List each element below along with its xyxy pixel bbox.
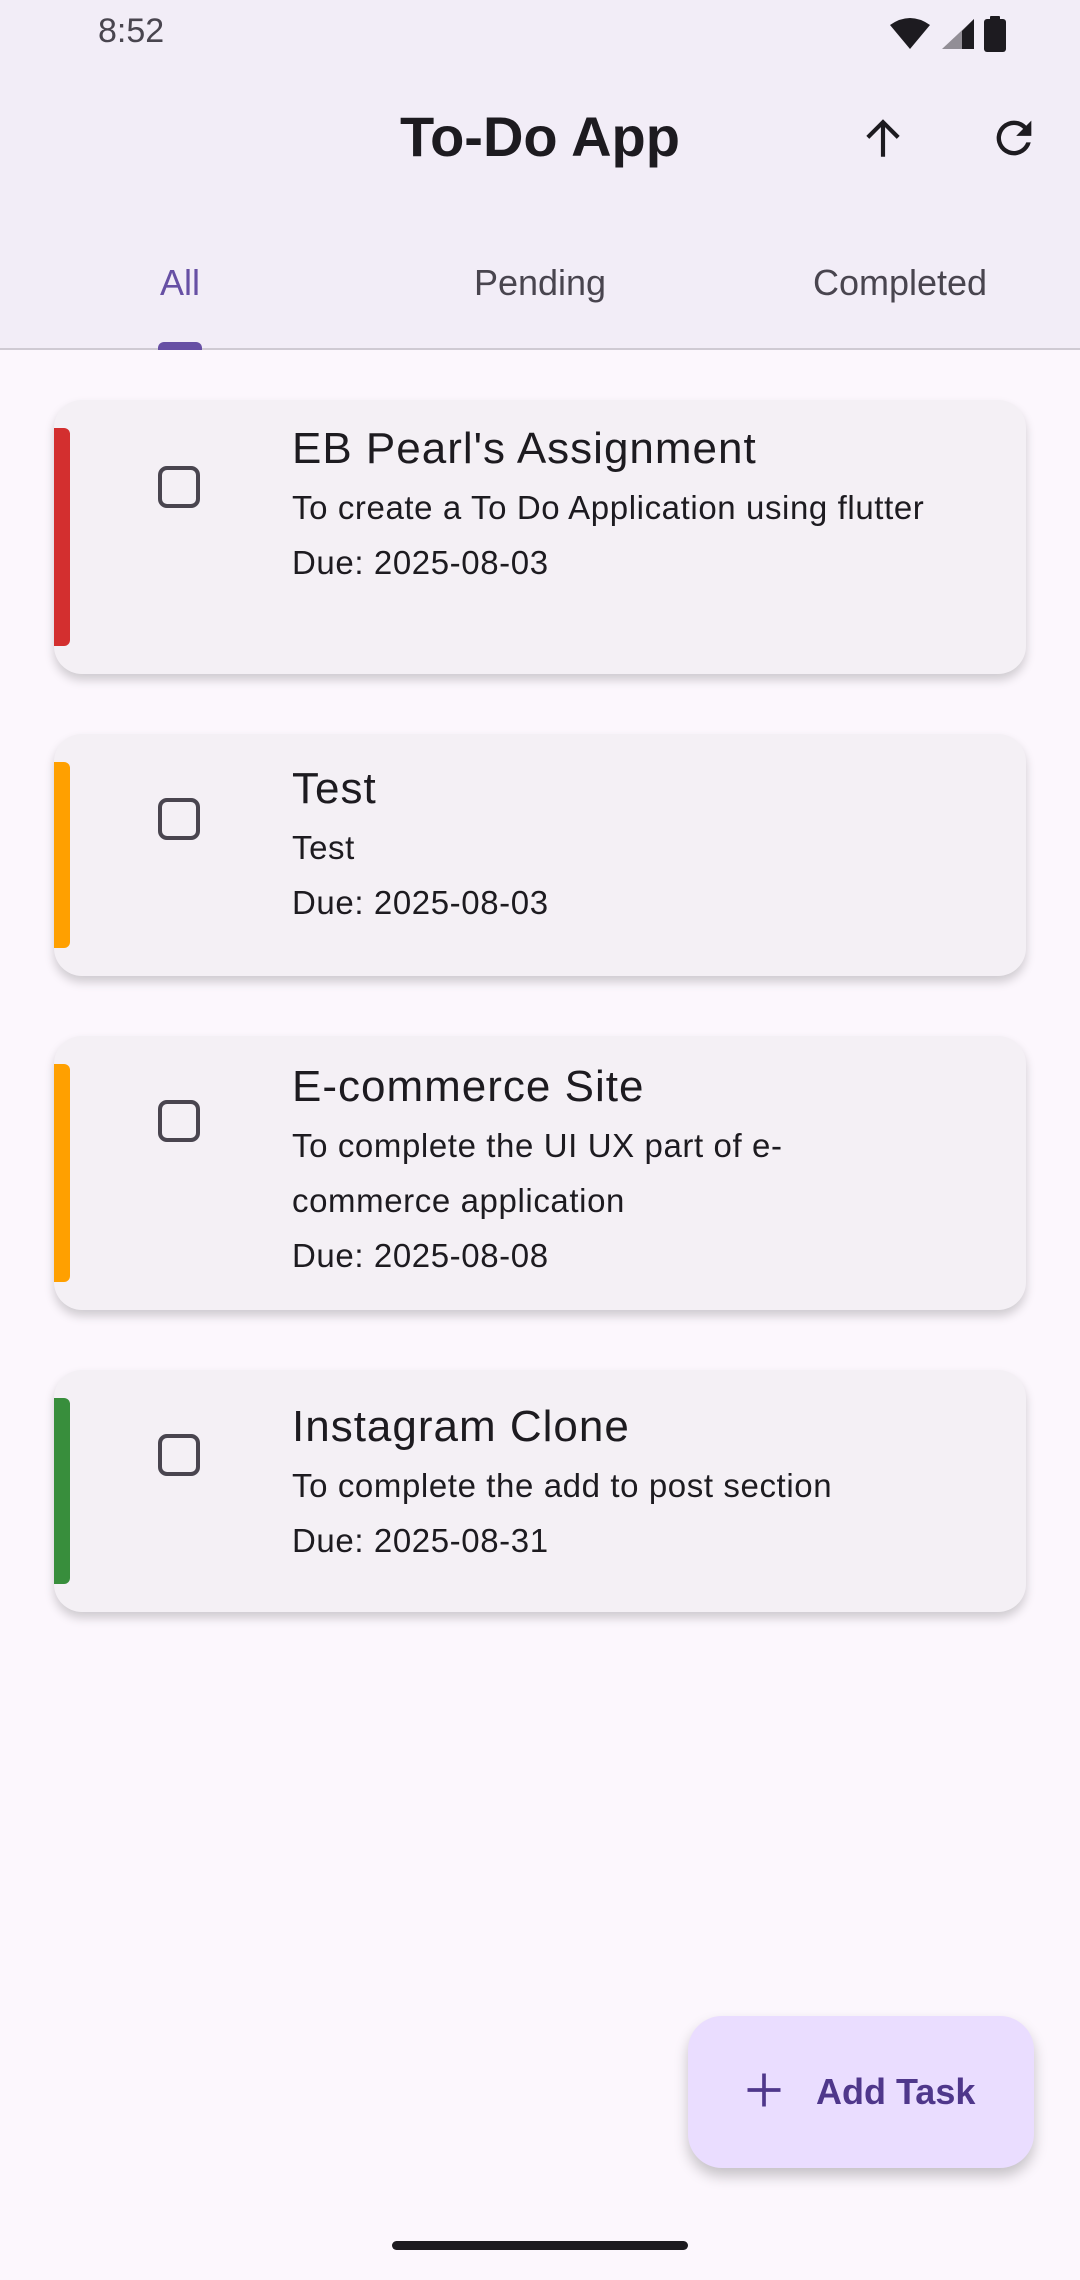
task-text: Test Test Due: 2025-08-03 (292, 764, 926, 930)
refresh-button[interactable] (986, 112, 1042, 168)
task-checkbox[interactable] (158, 1434, 200, 1476)
task-description: To complete the add to post section (292, 1467, 833, 1504)
task-text: Instagram Clone To complete the add to p… (292, 1402, 926, 1568)
task-card[interactable]: E-commerce Site To complete the UI UX pa… (54, 1036, 1026, 1310)
task-checkbox[interactable] (158, 1100, 200, 1142)
task-due-date: Due: 2025-08-03 (292, 544, 549, 581)
task-checkbox[interactable] (158, 798, 200, 840)
task-card[interactable]: EB Pearl's Assignment To create a To Do … (54, 400, 1026, 674)
tab-pending[interactable]: Pending (360, 250, 720, 350)
wifi-icon (890, 17, 930, 56)
task-description: To complete the UI UX part of e-commerce… (292, 1127, 783, 1219)
add-icon (742, 2068, 786, 2117)
task-text: EB Pearl's Assignment To create a To Do … (292, 424, 926, 590)
arrow-upward-icon (858, 113, 908, 168)
home-indicator[interactable] (392, 2241, 688, 2250)
task-due-date: Due: 2025-08-03 (292, 884, 549, 921)
tab-completed[interactable]: Completed (720, 250, 1080, 350)
task-due-date: Due: 2025-08-31 (292, 1522, 549, 1559)
task-text: E-commerce Site To complete the UI UX pa… (292, 1062, 926, 1283)
tab-indicator (158, 342, 202, 350)
task-title: E-commerce Site (292, 1062, 645, 1111)
priority-bar (54, 1398, 70, 1584)
task-description: Test (292, 829, 355, 866)
page-title: To-Do App (400, 105, 680, 168)
task-title: EB Pearl's Assignment (292, 424, 757, 473)
add-task-button[interactable]: Add Task (688, 2016, 1034, 2168)
task-checkbox[interactable] (158, 466, 200, 508)
status-time: 8:52 (98, 12, 165, 50)
app-bar: 8:52 To-Do App All Pending Completed (0, 0, 1080, 350)
task-card[interactable]: Test Test Due: 2025-08-03 (54, 734, 1026, 976)
refresh-icon (988, 112, 1040, 169)
task-description: To create a To Do Application using flut… (292, 489, 925, 526)
task-list: EB Pearl's Assignment To create a To Do … (54, 400, 1026, 1672)
add-task-label: Add Task (816, 2071, 976, 2112)
task-due-date: Due: 2025-08-08 (292, 1237, 549, 1274)
battery-icon (984, 16, 1006, 57)
tab-all-label: All (159, 262, 200, 303)
priority-bar (54, 1064, 70, 1282)
tab-completed-label: Completed (812, 262, 988, 303)
sort-button[interactable] (855, 112, 911, 168)
tab-all[interactable]: All (0, 250, 360, 350)
priority-bar (54, 762, 70, 948)
task-card[interactable]: Instagram Clone To complete the add to p… (54, 1370, 1026, 1612)
tab-pending-label: Pending (473, 262, 607, 303)
priority-bar (54, 428, 70, 646)
task-title: Test (292, 764, 377, 813)
tab-bar: All Pending Completed (0, 250, 1080, 350)
signal-icon (940, 17, 974, 56)
task-title: Instagram Clone (292, 1402, 630, 1451)
status-icons (890, 16, 1006, 57)
